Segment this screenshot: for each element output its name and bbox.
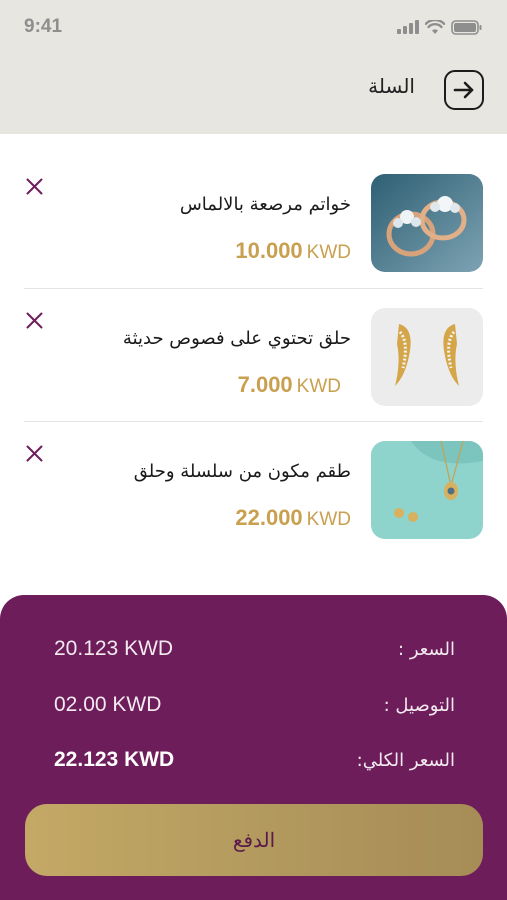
cart-item: طقم مكون من سلسلة وحلق 22.000 KWD [24, 441, 483, 575]
product-image-earrings[interactable] [371, 308, 483, 406]
pay-button[interactable]: الدفع [25, 804, 483, 876]
price-currency: KWD [306, 242, 351, 263]
price-row: 20.123 KWD السعر : [54, 637, 455, 667]
total-row: 22.123 KWD السعر الكلي: [54, 748, 455, 778]
total-label: السعر الكلي: [356, 750, 455, 771]
remove-item-button[interactable] [24, 443, 44, 463]
delivery-row: 02.00 KWD التوصيل : [54, 693, 455, 723]
product-image-rings[interactable] [371, 174, 483, 272]
price-amount: 7.000 [237, 372, 293, 397]
header-bar: 9:41 السلة [0, 0, 507, 134]
product-price: 10.000 KWD [235, 238, 351, 264]
total-value: 22.123 KWD [54, 748, 175, 771]
close-icon [26, 312, 42, 328]
price-value: 20.123 KWD [54, 637, 174, 660]
battery-icon [451, 19, 482, 35]
pay-button-label: الدفع [232, 829, 276, 852]
divider [24, 288, 483, 289]
arrow-right-icon [453, 81, 474, 99]
product-price: 7.000 KWD [238, 372, 341, 398]
price-currency: KWD [306, 509, 351, 530]
delivery-label: التوصيل : [383, 695, 455, 716]
remove-item-button[interactable] [24, 176, 44, 196]
price-label: السعر : [398, 639, 455, 660]
product-name: خواتم مرصعة بالالماس [179, 194, 351, 215]
close-icon [26, 178, 42, 194]
price-amount: 22.000 [235, 505, 303, 530]
status-icons [397, 18, 483, 36]
close-icon [26, 445, 42, 461]
page-title: السلة [368, 74, 415, 98]
product-name: حلق تحتوي على فصوص حديثة [122, 328, 351, 349]
product-name: طقم مكون من سلسلة وحلق [133, 461, 351, 482]
remove-item-button[interactable] [24, 310, 44, 330]
delivery-value: 02.00 KWD [54, 693, 162, 716]
product-image-set[interactable] [371, 441, 483, 539]
price-currency: KWD [296, 376, 341, 397]
price-amount: 10.000 [235, 238, 303, 263]
status-time: 9:41 [24, 16, 63, 37]
product-price: 22.000 KWD [235, 505, 351, 531]
signal-icon [397, 20, 419, 34]
wifi-icon [425, 19, 445, 34]
back-button[interactable] [444, 70, 484, 110]
divider [24, 421, 483, 422]
